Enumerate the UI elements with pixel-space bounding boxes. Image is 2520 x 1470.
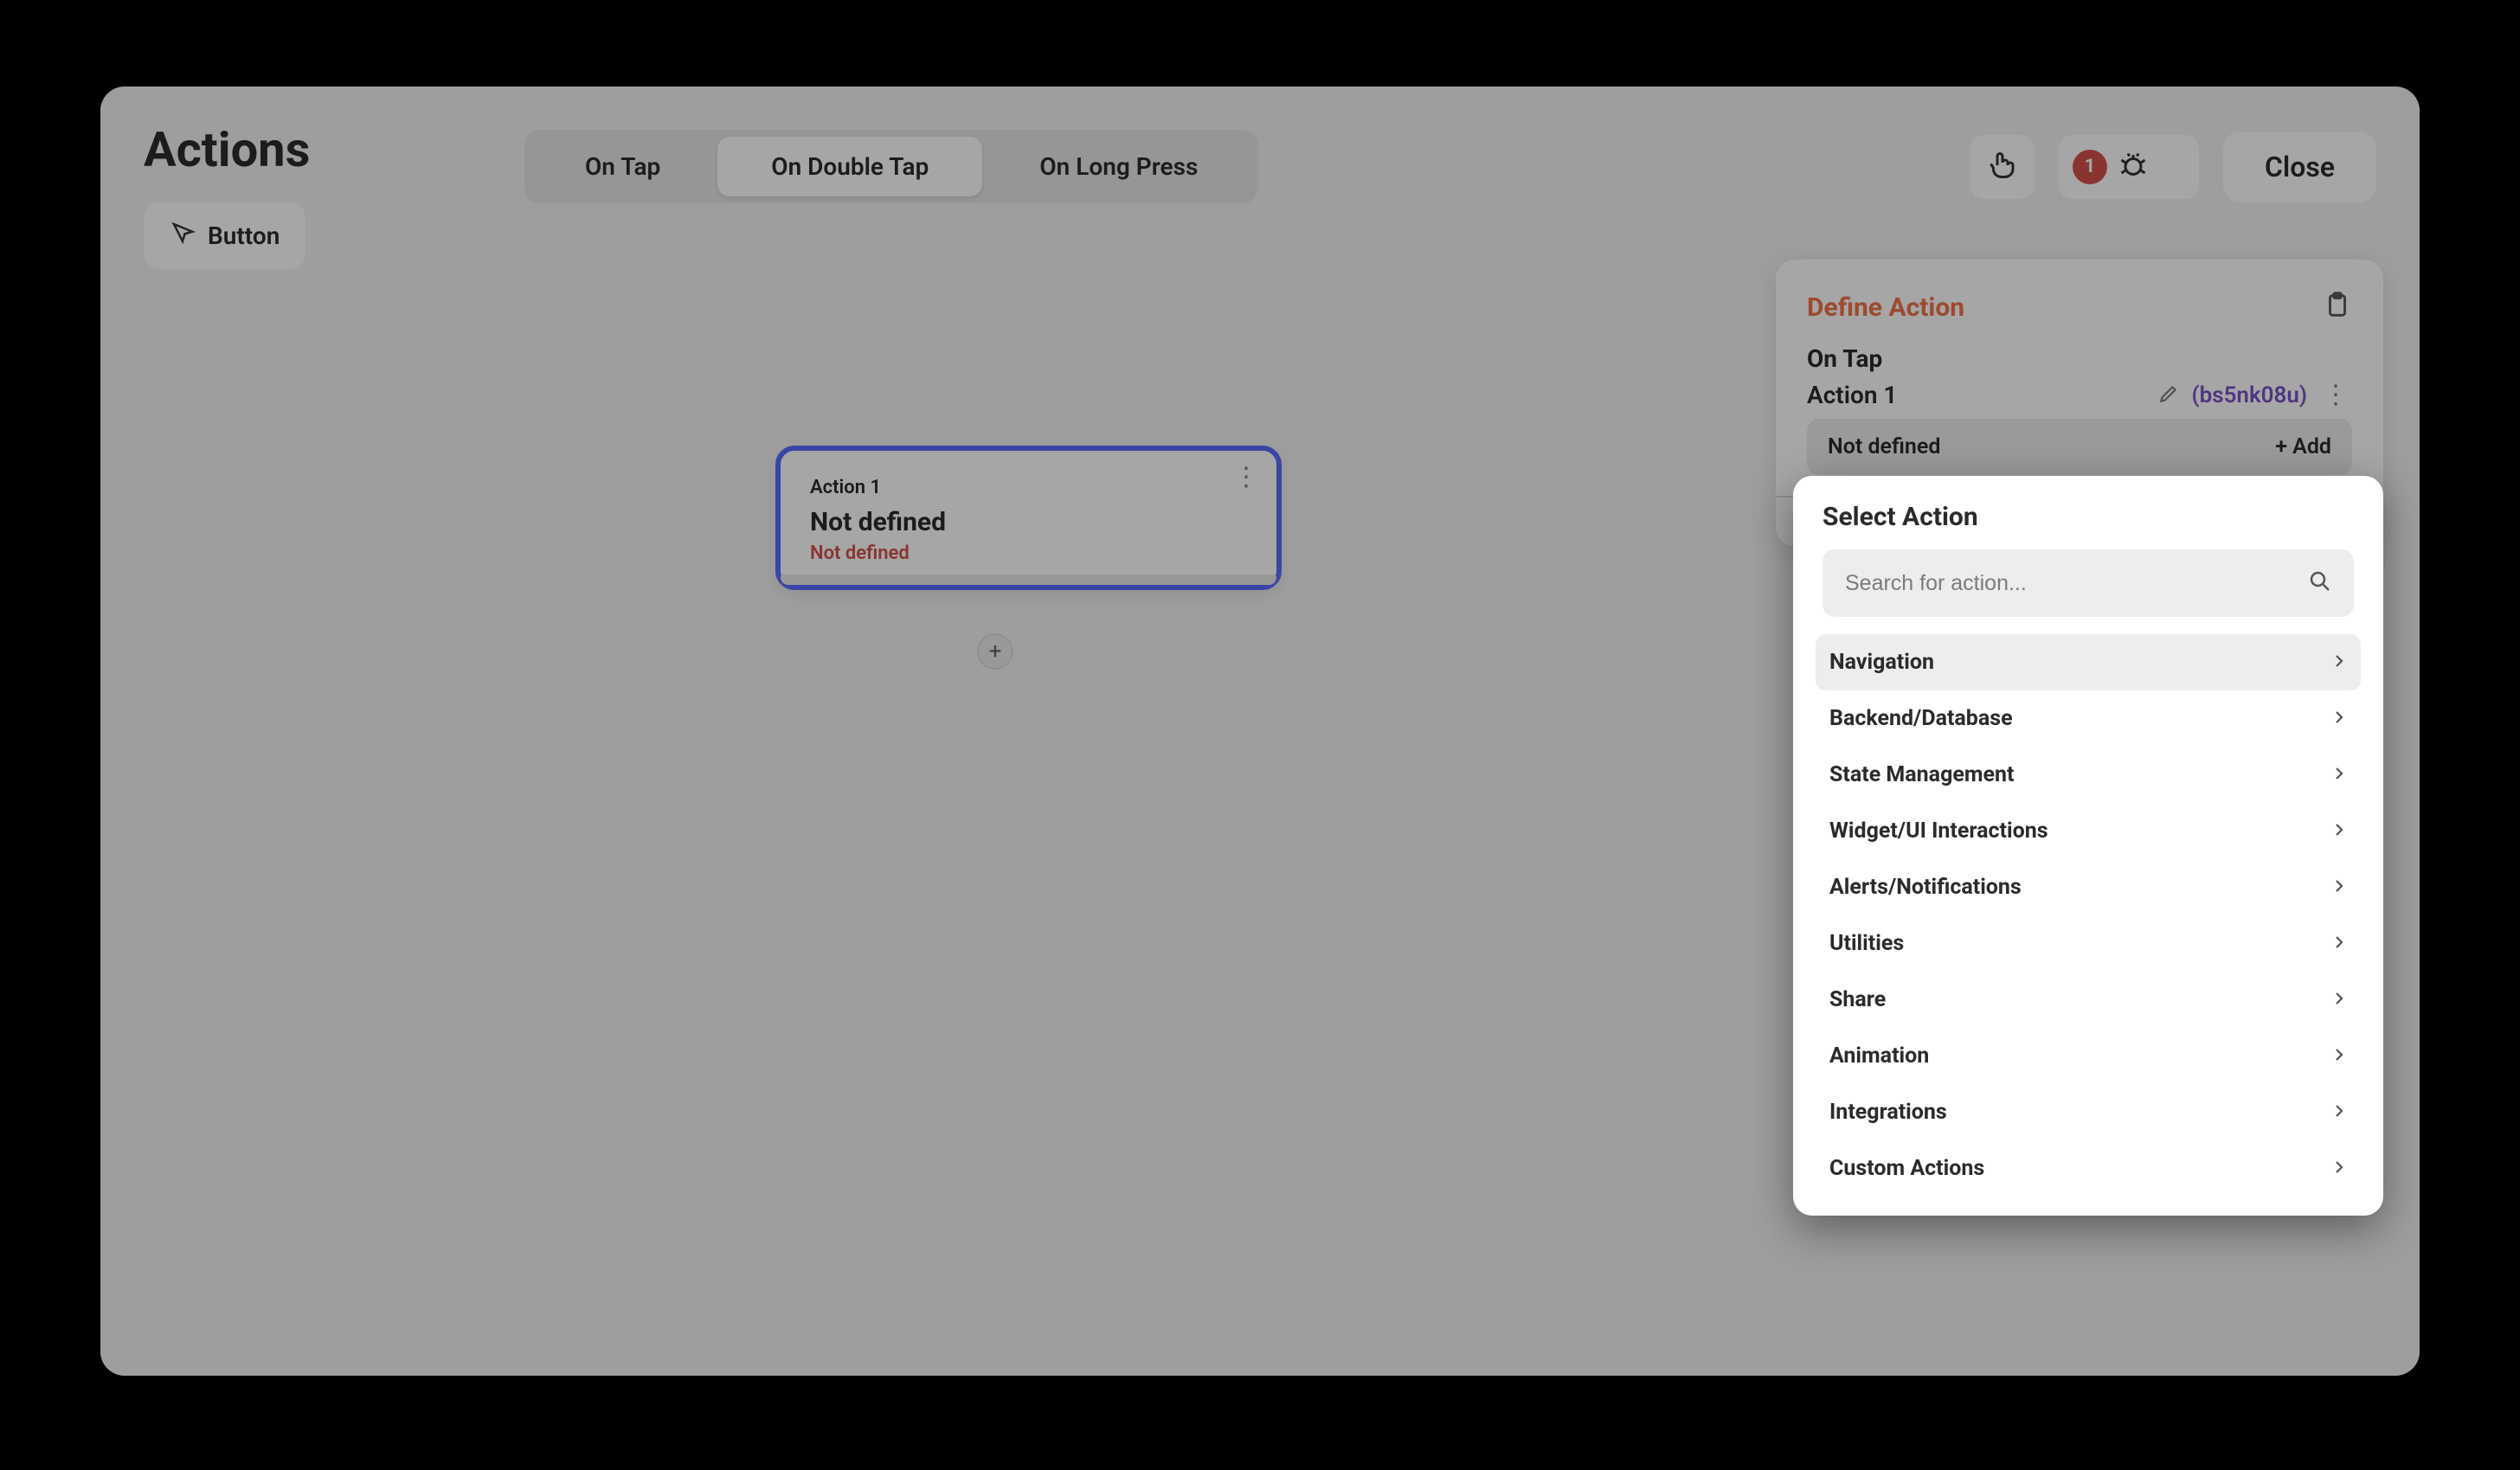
page-title: Actions: [144, 121, 455, 178]
edit-icon[interactable]: [2157, 382, 2180, 408]
action-flow-canvas[interactable]: ⋮ Action 1 Not defined Not defined +: [524, 260, 1762, 1341]
category-list: Navigation Backend/Database State Manageme…: [1816, 634, 2361, 1197]
action-node[interactable]: ⋮ Action 1 Not defined Not defined: [775, 446, 1282, 590]
category-label: Utilities: [1829, 931, 1904, 956]
gesture-button[interactable]: [1970, 135, 2035, 199]
panel-heading: Define Action: [1807, 292, 1964, 323]
widget-chip-label: Button: [208, 221, 280, 250]
sidebar: Actions Button: [144, 121, 455, 269]
chevron-right-icon: [2331, 1100, 2347, 1125]
category-item[interactable]: Backend/Database: [1816, 690, 2361, 747]
action-type-hint: + Add: [2275, 434, 2331, 459]
chevron-right-icon: [2331, 650, 2347, 675]
category-label: Custom Actions: [1829, 1156, 1984, 1181]
actions-editor-modal: Actions Button On Tap On Double Tap On L…: [100, 87, 2420, 1376]
chevron-right-icon: [2331, 762, 2347, 787]
action-menu-icon[interactable]: ⋮: [2319, 380, 2352, 410]
paste-icon[interactable]: [2323, 291, 2352, 324]
chevron-right-icon: [2331, 706, 2347, 731]
action-id[interactable]: (bs5nk08u): [2192, 382, 2307, 408]
bug-icon: [2118, 150, 2149, 184]
add-action-button[interactable]: +: [977, 633, 1013, 670]
node-index-label: Action 1: [810, 477, 1247, 498]
action-search-box[interactable]: [1822, 549, 2354, 617]
trigger-label: On Tap: [1807, 344, 2352, 373]
node-footer-bar: [781, 575, 1276, 585]
popover-heading: Select Action: [1822, 502, 2361, 532]
chevron-right-icon: [2331, 931, 2347, 956]
category-item[interactable]: Animation: [1816, 1028, 2361, 1084]
debug-button[interactable]: 1: [2059, 135, 2199, 199]
category-label: Navigation: [1829, 650, 1934, 675]
node-menu-icon[interactable]: ⋮: [1231, 473, 1257, 482]
trigger-segment: On Tap On Double Tap On Long Press: [524, 130, 1258, 203]
action-type-value: Not defined: [1828, 434, 1940, 459]
action-row: Action 1 (bs5nk08u) ⋮: [1807, 380, 2352, 410]
chevron-right-icon: [2331, 818, 2347, 844]
category-item[interactable]: State Management: [1816, 747, 2361, 803]
chevron-right-icon: [2331, 1156, 2347, 1181]
close-button[interactable]: Close: [2223, 132, 2376, 202]
node-subtitle: Not defined: [810, 542, 1247, 564]
category-item[interactable]: Alerts/Notifications: [1816, 859, 2361, 915]
tab-on-tap[interactable]: On Tap: [531, 137, 714, 196]
category-item[interactable]: Integrations: [1816, 1084, 2361, 1140]
topbar: On Tap On Double Tap On Long Press 1 Clo…: [524, 130, 2376, 203]
action-search-input[interactable]: [1843, 570, 2307, 597]
hand-icon: [1987, 150, 2018, 184]
category-item[interactable]: Navigation: [1816, 634, 2361, 690]
chevron-right-icon: [2331, 1043, 2347, 1069]
category-label: Alerts/Notifications: [1829, 875, 2022, 900]
widget-chip-button[interactable]: Button: [144, 202, 305, 269]
action-type-field[interactable]: Not defined + Add: [1807, 419, 2352, 475]
category-label: Integrations: [1829, 1100, 1947, 1125]
tab-on-long-press[interactable]: On Long Press: [986, 137, 1251, 196]
tab-on-double-tap[interactable]: On Double Tap: [717, 137, 982, 196]
category-label: Widget/UI Interactions: [1829, 818, 2048, 844]
select-action-popover: Select Action Navigation Backend/Database…: [1793, 476, 2383, 1216]
category-label: Animation: [1829, 1043, 1929, 1069]
category-item[interactable]: Utilities: [1816, 915, 2361, 972]
plus-icon: +: [989, 639, 1002, 664]
node-title: Not defined: [810, 507, 1247, 537]
chevron-right-icon: [2331, 875, 2347, 900]
category-label: State Management: [1829, 762, 2014, 787]
error-count-badge: 1: [2073, 150, 2107, 184]
category-item[interactable]: Widget/UI Interactions: [1816, 803, 2361, 859]
chevron-right-icon: [2331, 987, 2347, 1012]
category-item[interactable]: Share: [1816, 972, 2361, 1028]
category-item[interactable]: Custom Actions: [1816, 1140, 2361, 1197]
category-label: Share: [1829, 987, 1886, 1012]
cursor-icon: [170, 220, 196, 252]
action-name: Action 1: [1807, 381, 2145, 409]
search-icon: [2307, 568, 2333, 598]
category-label: Backend/Database: [1829, 706, 2013, 731]
